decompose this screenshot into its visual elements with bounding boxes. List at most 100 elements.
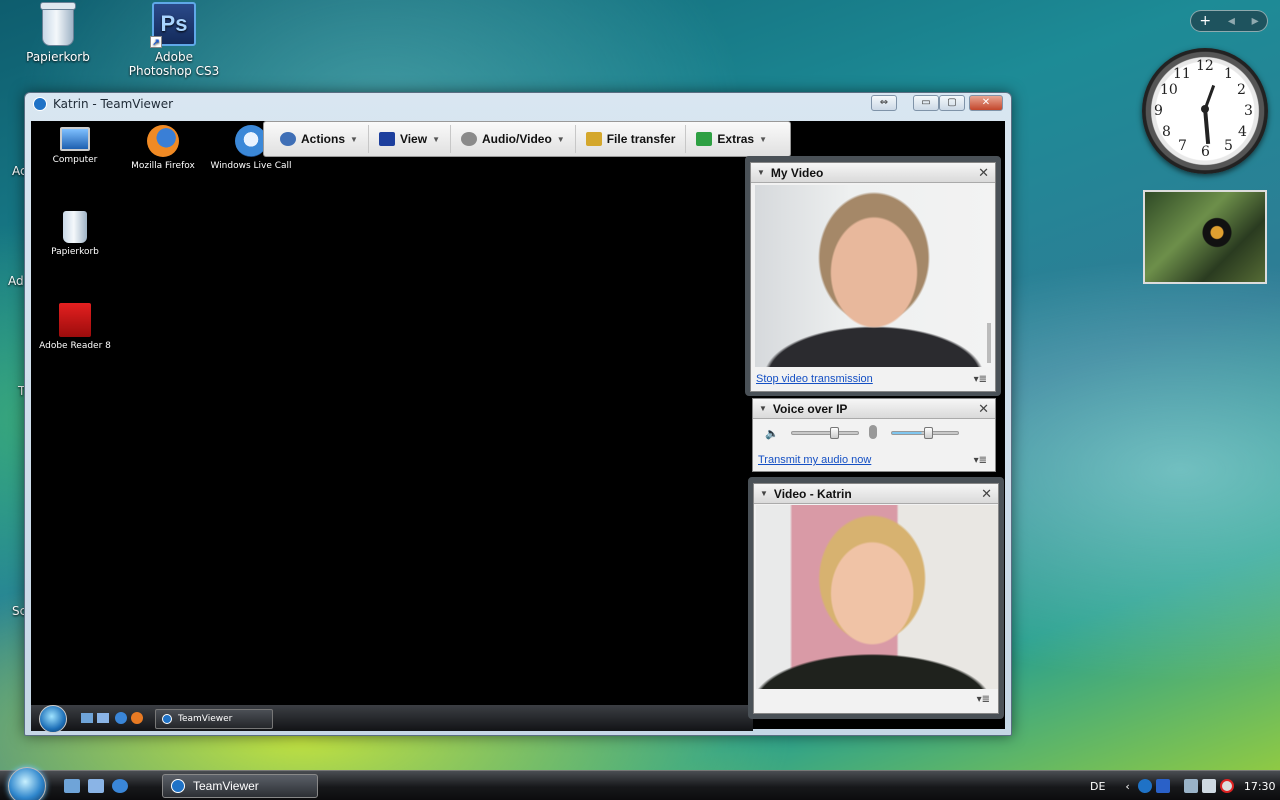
previous-page-icon[interactable]: ◂ (1228, 13, 1235, 29)
speaker-icon: 🔈 (765, 427, 779, 440)
toolbar-view-menu[interactable]: View ▼ (369, 125, 451, 153)
speaker-volume-slider[interactable] (791, 427, 859, 439)
remote-icon-label: Windows Live Call (210, 161, 292, 171)
close-icon[interactable]: ✕ (978, 165, 989, 181)
clock-time[interactable]: 17:30 (1244, 780, 1276, 793)
clock-number: 3 (1244, 103, 1253, 119)
microphone-volume-slider[interactable] (891, 427, 959, 439)
remote-icon-adobe-reader[interactable]: Adobe Reader 8 (31, 303, 119, 352)
remote-icon-label: Mozilla Firefox (131, 161, 195, 171)
slider-knob[interactable] (830, 427, 839, 439)
add-gadget-icon[interactable]: + (1199, 13, 1211, 29)
stop-video-transmission-link[interactable]: Stop video transmission (756, 373, 873, 385)
panel-title: Video - Katrin (773, 486, 852, 501)
internet-explorer-icon[interactable] (112, 779, 128, 793)
remote-taskbar-teamviewer[interactable]: TeamViewer (155, 709, 273, 729)
remote-start-button[interactable] (39, 705, 67, 733)
clock-number: 5 (1224, 138, 1233, 154)
show-hidden-icons-icon[interactable]: ‹ (1125, 780, 1129, 793)
collapse-icon[interactable]: ▼ (760, 489, 768, 498)
taskbar-teamviewer-button[interactable]: TeamViewer (162, 774, 318, 798)
clock-hour-hand (1203, 107, 1211, 145)
gear-icon (280, 132, 296, 146)
close-icon[interactable]: ✕ (981, 486, 992, 502)
panel-menu-icon[interactable]: ▾≣ (974, 374, 987, 385)
sidebar-controls[interactable]: + ◂ ▸ (1190, 10, 1268, 32)
clock-number: 11 (1173, 66, 1191, 82)
transmit-audio-link[interactable]: Transmit my audio now (758, 454, 871, 466)
toolbar-label: Extras (717, 132, 755, 146)
clock-number: 10 (1160, 82, 1178, 98)
teamviewer-logo-icon (33, 97, 47, 111)
remote-icon-label: Computer (52, 155, 98, 165)
collapse-icon[interactable]: ▼ (757, 168, 765, 177)
fullscreen-toggle-icon[interactable]: ⇔ (871, 95, 897, 111)
teamviewer-tray-icon[interactable] (1137, 779, 1152, 793)
monitor-icon (378, 132, 395, 146)
toolbar-audio-video-menu[interactable]: Audio/Video ▼ (451, 125, 576, 153)
folder-transfer-icon (585, 132, 602, 146)
window-title: Katrin - TeamViewer (53, 97, 174, 111)
panel-header: ▼ My Video ✕ (751, 163, 995, 183)
video-scrollbar[interactable] (987, 323, 991, 363)
switch-windows-icon[interactable] (88, 779, 104, 793)
firefox-icon (147, 125, 179, 157)
toolbar-label: File transfer (606, 132, 676, 146)
desktop-icon-photoshop[interactable]: Ps ↗ Adobe Photoshop CS3 (126, 2, 222, 78)
collapse-icon[interactable]: ▼ (759, 404, 767, 413)
start-button[interactable] (8, 767, 46, 800)
language-indicator[interactable]: DE (1090, 780, 1105, 793)
clock-number: 2 (1237, 82, 1246, 98)
slideshow-gadget[interactable] (1143, 190, 1267, 284)
window-title-bar: Katrin - TeamViewer (33, 97, 173, 111)
toolbar-extras-menu[interactable]: Extras ▼ (686, 125, 777, 153)
remote-icon-label: Adobe Reader 8 (39, 341, 111, 351)
desktop-edge-label: Ad (8, 274, 24, 288)
panel-title: My Video (770, 165, 824, 180)
desktop-icon-label: Adobe Photoshop CS3 (128, 50, 220, 78)
toolbar-label: View (399, 132, 428, 146)
switch-windows-icon[interactable] (97, 713, 109, 723)
panel-menu-icon[interactable]: ▾≣ (974, 455, 987, 466)
microphone-icon (869, 425, 877, 439)
volume-muted-icon[interactable] (1219, 779, 1234, 793)
chevron-down-icon: ▼ (556, 134, 565, 144)
clock-number: 4 (1238, 124, 1247, 140)
close-icon[interactable]: ✕ (978, 401, 989, 417)
minimize-button[interactable]: ▭ (913, 95, 939, 111)
network-icon[interactable] (1183, 779, 1198, 793)
close-button[interactable]: ✕ (969, 95, 1003, 111)
panel-menu-icon[interactable]: ▾≣ (977, 694, 990, 705)
network-status-icon[interactable] (1201, 779, 1216, 793)
taskbar-task-label: TeamViewer (193, 779, 259, 793)
toolbar-label: Audio/Video (482, 132, 552, 146)
chevron-down-icon: ▼ (350, 134, 358, 144)
remote-icon-recycle-bin[interactable]: Papierkorb (31, 211, 119, 258)
remote-taskbar: TeamViewer (31, 705, 753, 733)
firefox-icon[interactable] (131, 712, 143, 724)
clock-center (1201, 105, 1209, 113)
adobe-reader-icon (59, 303, 91, 337)
remote-icon-firefox[interactable]: Mozilla Firefox (119, 125, 207, 172)
slider-knob[interactable] (924, 427, 933, 439)
next-page-icon[interactable]: ▸ (1252, 13, 1259, 29)
chevron-down-icon: ▼ (432, 134, 440, 144)
remote-icon-label: Papierkorb (51, 247, 99, 257)
remote-icon-computer[interactable]: Computer (31, 127, 119, 166)
audio-wave-icon[interactable] (1155, 779, 1170, 793)
puzzle-icon (696, 132, 713, 146)
clock-gadget[interactable]: 12 1 2 3 4 5 6 7 8 9 10 11 (1142, 48, 1268, 174)
panel-title: Voice over IP (772, 401, 848, 416)
taskbar: TeamViewer DE ‹ 17:30 (0, 767, 1280, 800)
toolbar-label: Actions (301, 132, 346, 146)
desktop-icon-recycle-bin[interactable]: Papierkorb (10, 2, 106, 64)
my-video-feed (755, 185, 993, 367)
remote-toolbar: Actions ▼ View ▼ Audio/Video ▼ File tran… (263, 121, 791, 157)
show-desktop-icon[interactable] (64, 779, 80, 793)
shortcut-arrow-icon: ↗ (150, 36, 162, 48)
maximize-button[interactable]: ▢ (939, 95, 965, 111)
toolbar-actions-menu[interactable]: Actions ▼ (270, 125, 369, 153)
internet-explorer-icon[interactable] (115, 712, 127, 724)
toolbar-file-transfer-button[interactable]: File transfer (576, 125, 687, 153)
show-desktop-icon[interactable] (81, 713, 93, 723)
